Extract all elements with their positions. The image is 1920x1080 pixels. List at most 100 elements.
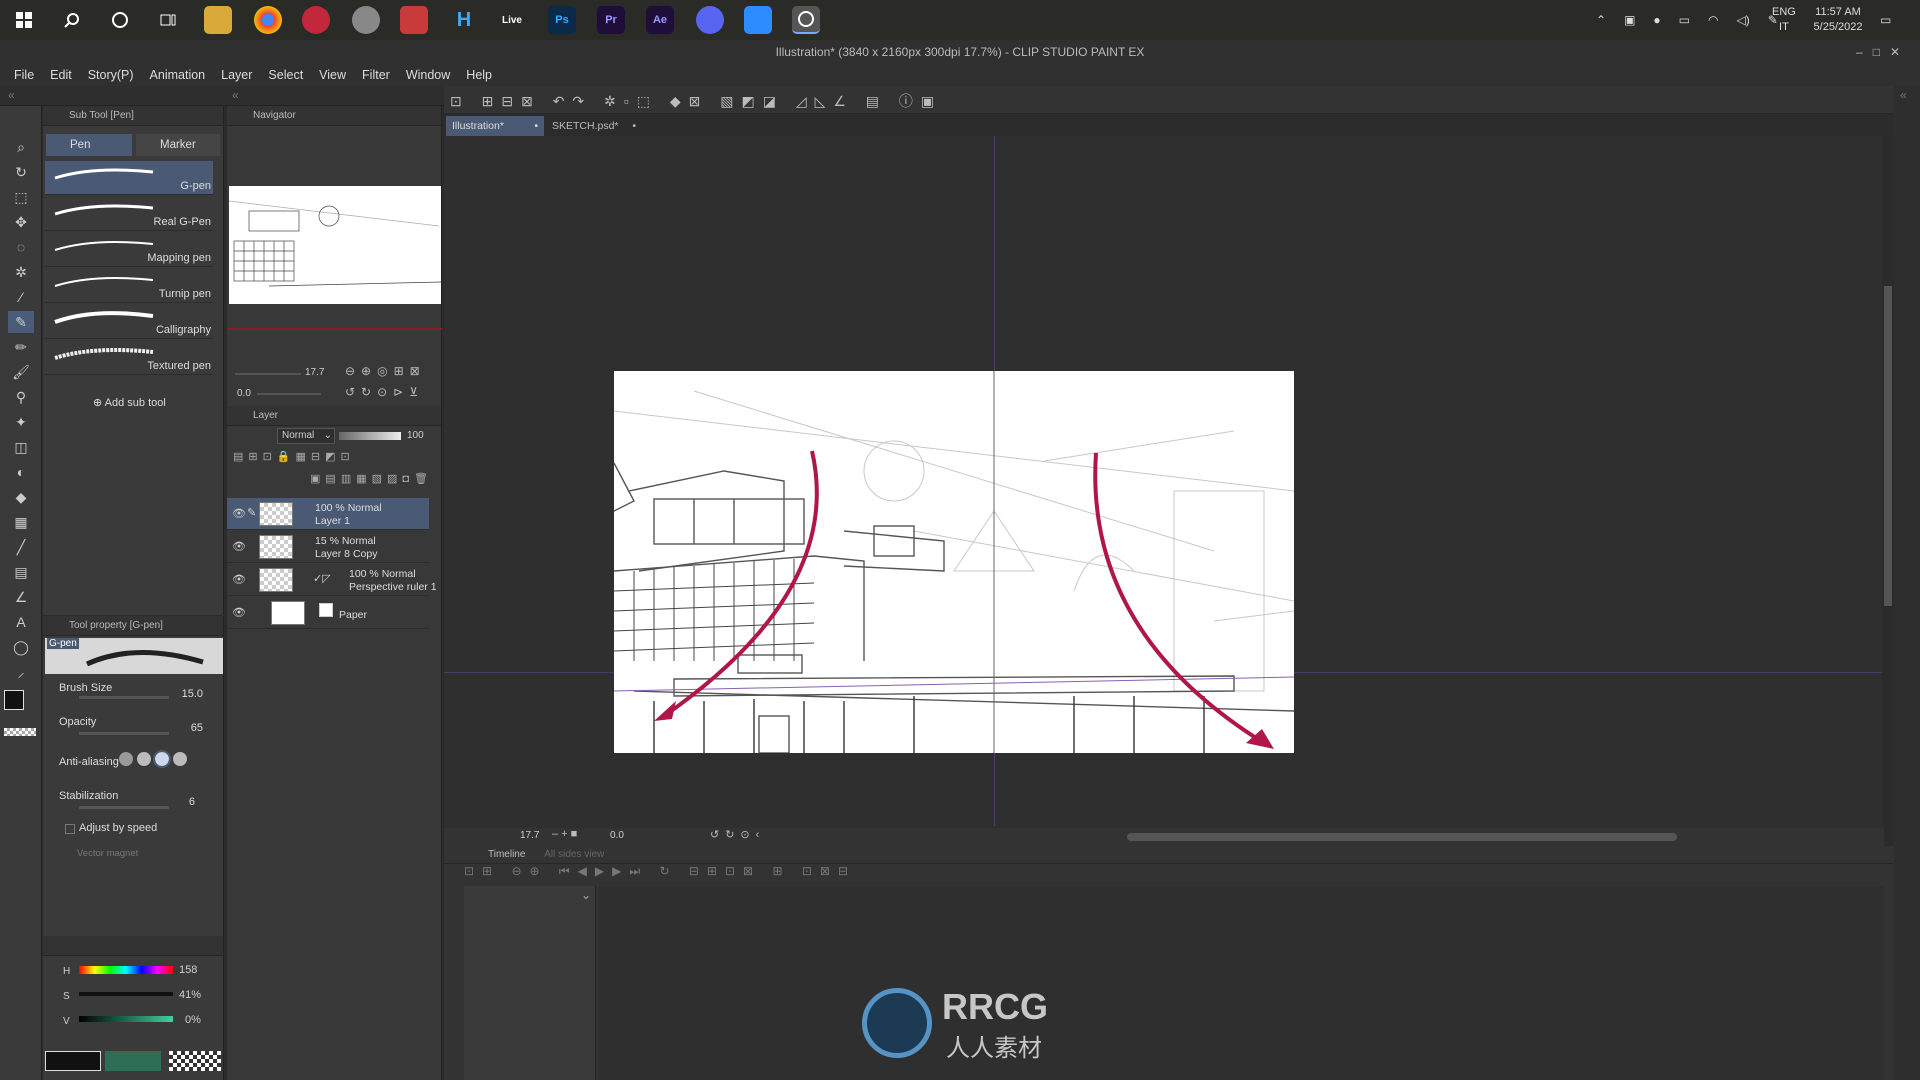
collapse-icon[interactable]: « xyxy=(1900,88,1907,102)
blend-tool-icon[interactable]: ◐ xyxy=(8,461,34,483)
main-color-swatch[interactable] xyxy=(4,690,24,710)
layer-row[interactable]: 👁 Paper xyxy=(227,597,429,629)
brush-size-value[interactable]: 15.0 xyxy=(173,688,203,700)
antialias-none-icon[interactable] xyxy=(119,752,133,766)
brush-textured-pen[interactable]: Textured pen xyxy=(45,341,213,375)
layer-row[interactable]: 👁 15 % Normal Layer 8 Copy xyxy=(227,531,429,563)
app-icon[interactable] xyxy=(352,6,380,34)
object-tool-icon[interactable]: ⬚ xyxy=(8,186,34,208)
chrome-icon[interactable] xyxy=(254,6,282,34)
opacity-slider[interactable] xyxy=(79,732,169,735)
blend-mode-select[interactable]: Normal ⌄ xyxy=(277,428,335,444)
stabilization-slider[interactable] xyxy=(79,806,169,809)
brush-mapping-pen[interactable]: Mapping pen xyxy=(45,233,213,267)
saturation-value[interactable]: 41% xyxy=(179,989,201,1001)
eye-icon[interactable]: 👁 xyxy=(232,606,246,619)
cortana-icon[interactable] xyxy=(106,6,134,34)
navigator-rotation-value[interactable]: 0.0 xyxy=(237,388,251,399)
menu-animation[interactable]: Animation xyxy=(142,68,214,82)
decoration-tool-icon[interactable]: ✦ xyxy=(8,411,34,433)
microphone-icon[interactable]: ● xyxy=(1653,13,1660,27)
notifications-icon[interactable]: ▭ xyxy=(1880,0,1891,40)
file-explorer-icon[interactable] xyxy=(204,6,232,34)
layer-opacity-value[interactable]: 100 xyxy=(407,430,424,441)
add-sub-tool-button[interactable]: ⊕ Add sub tool xyxy=(93,396,166,409)
windows-start-icon[interactable] xyxy=(10,6,38,34)
timeline-frames[interactable] xyxy=(598,886,1884,1080)
menu-select[interactable]: Select xyxy=(260,68,311,82)
menu-help[interactable]: Help xyxy=(458,68,500,82)
timeline-toolbar[interactable]: ⊡⊞ ⊖⊕ ⏮◀▶▶⏭ ↻ ⊟⊞⊡⊠ ⊞ ⊡⊠⊟ xyxy=(444,864,1894,884)
navigator-zoom-buttons[interactable]: ⊖⊕◎⊞⊠ xyxy=(345,364,426,378)
search-icon[interactable] xyxy=(58,6,86,34)
window-controls[interactable]: –□✕ xyxy=(1856,40,1910,64)
navigator-rotation-slider[interactable] xyxy=(257,393,321,395)
photoshop-icon[interactable]: Ps xyxy=(548,6,576,34)
brush-size-slider[interactable] xyxy=(79,696,169,699)
brush-tool-icon[interactable]: 🖌 xyxy=(8,361,34,383)
menu-story[interactable]: Story(P) xyxy=(80,68,142,82)
status-rotation-value[interactable]: 0.0 xyxy=(610,830,624,841)
transparent-color-swatch[interactable] xyxy=(4,728,36,736)
close-dot-icon[interactable]: • xyxy=(534,116,538,136)
stabilization-value[interactable]: 6 xyxy=(175,796,195,808)
app-icon[interactable] xyxy=(400,6,428,34)
after-effects-icon[interactable]: Ae xyxy=(646,6,674,34)
brush-real-g-pen[interactable]: Real G-Pen xyxy=(45,197,213,231)
lasso-tool-icon[interactable]: ◌ xyxy=(8,236,34,258)
antialias-strong-icon[interactable] xyxy=(173,752,187,766)
layer-row[interactable]: 👁 ✓◸ 100 % Normal Perspective ruler 1 xyxy=(227,564,437,596)
layer-opacity-slider[interactable] xyxy=(339,432,401,440)
navigator-zoom-value[interactable]: 17.7 xyxy=(305,367,324,378)
tab-sketch[interactable]: SKETCH.psd* • xyxy=(546,116,642,136)
zoom-buttons[interactable]: – + ■ xyxy=(552,828,577,840)
clock[interactable]: 11:57 AM 5/25/2022 xyxy=(1808,0,1868,40)
eye-icon[interactable]: 👁 xyxy=(232,507,246,520)
chevron-down-icon[interactable]: ⌄ xyxy=(581,888,591,902)
brush-turnip-pen[interactable]: Turnip pen xyxy=(45,269,213,303)
command-bar-icons[interactable]: ⊡ ⊞⊟⊠ ↶↷ ✲▫⬚ ◆⊠ ▧◩◪ ◿◺∠ ▤ ⓘ▣ xyxy=(450,91,942,111)
vertical-scrollbar[interactable] xyxy=(1882,136,1894,826)
navigator-zoom-slider[interactable] xyxy=(235,373,301,375)
navigator-rotate-buttons[interactable]: ↺↻⊙⊳⊻ xyxy=(345,385,424,399)
drawing-canvas[interactable] xyxy=(614,371,1294,753)
magic-wand-icon[interactable]: ✲ xyxy=(8,261,34,283)
wifi-icon[interactable]: ◠ xyxy=(1708,13,1718,27)
menu-window[interactable]: Window xyxy=(398,68,458,82)
antialias-weak-icon[interactable] xyxy=(137,752,151,766)
houdini-icon[interactable]: H xyxy=(450,6,478,34)
ruler-tool-icon[interactable]: ∠ xyxy=(8,586,34,608)
clip-studio-icon[interactable] xyxy=(792,6,820,34)
collapse-icon[interactable]: « xyxy=(232,88,239,102)
menu-file[interactable]: File xyxy=(6,68,42,82)
tab-illustration[interactable]: Illustration* • xyxy=(446,116,544,136)
brush-calligraphy[interactable]: Calligraphy xyxy=(45,305,213,339)
menu-edit[interactable]: Edit xyxy=(42,68,80,82)
status-zoom-value[interactable]: 17.7 xyxy=(520,830,539,841)
zoom-tool-icon[interactable]: ⌕ xyxy=(8,136,34,158)
figure-tool-icon[interactable]: ╱ xyxy=(8,536,34,558)
pencil-tool-icon[interactable]: ✏ xyxy=(8,336,34,358)
zoom-icon[interactable] xyxy=(744,6,772,34)
layer-toolbar[interactable]: ▤⊞⊡🔒▦⊟◩⊡ xyxy=(233,450,433,466)
volume-icon[interactable]: ◁) xyxy=(1736,13,1749,27)
language-indicator[interactable]: ENG IT xyxy=(1772,0,1796,40)
antialias-medium-icon[interactable] xyxy=(153,750,171,768)
app-icon[interactable] xyxy=(302,6,330,34)
pen-tool-icon[interactable]: ✎ xyxy=(8,311,34,333)
tab-marker[interactable]: Marker xyxy=(136,134,220,156)
value-slider[interactable] xyxy=(79,1016,173,1022)
tab-pen[interactable]: Pen xyxy=(46,134,132,156)
frame-tool-icon[interactable]: ▤ xyxy=(8,561,34,583)
live-icon[interactable]: Live xyxy=(498,6,526,34)
menu-layer[interactable]: Layer xyxy=(213,68,260,82)
layer-actions[interactable]: ▣▤▥▦▧▨◘🗑 xyxy=(233,472,433,488)
eye-icon[interactable]: 👁 xyxy=(232,540,246,553)
correct-line-icon[interactable]: ⸝ xyxy=(8,661,34,683)
scrollbar-thumb[interactable] xyxy=(1884,286,1892,606)
main-color-chip[interactable] xyxy=(45,1051,101,1071)
timeline-track-list[interactable]: ⌄ xyxy=(464,886,596,1080)
saturation-slider[interactable] xyxy=(79,992,173,996)
horizontal-scrollbar[interactable] xyxy=(1127,833,1677,841)
sub-color-chip[interactable] xyxy=(105,1051,161,1071)
